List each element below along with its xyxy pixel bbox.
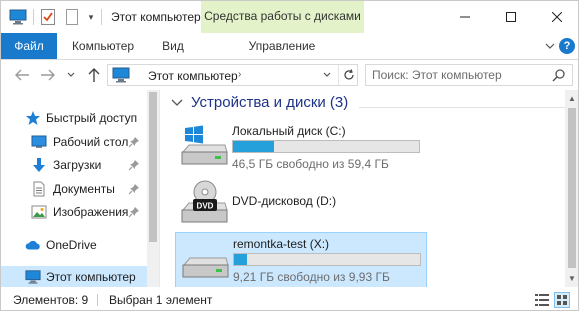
nav-item-label: OneDrive xyxy=(46,238,97,252)
nav-item-quick-access[interactable]: Быстрый доступ xyxy=(1,107,147,129)
pin-icon[interactable] xyxy=(128,159,140,171)
computer-icon[interactable] xyxy=(9,8,27,26)
search-box[interactable] xyxy=(365,64,573,86)
tab-view[interactable]: Вид xyxy=(153,33,193,59)
item-count: Элементов: 9 xyxy=(13,293,89,307)
group-divider xyxy=(359,107,565,108)
search-input[interactable] xyxy=(372,67,547,83)
star-icon xyxy=(25,110,41,126)
address-history-icon[interactable] xyxy=(318,65,336,85)
help-icon[interactable]: ? xyxy=(559,38,575,54)
address-toolbar: Этот компьютер › xyxy=(1,60,578,90)
drive-name: DVD-дисковод (D:) xyxy=(232,194,337,208)
collapse-chevron-icon[interactable] xyxy=(171,97,183,109)
customize-quick-access-icon[interactable]: ▾ xyxy=(85,8,97,26)
capacity-bar-fill xyxy=(234,254,248,265)
nav-item-label: Загрузки xyxy=(53,158,102,172)
maximize-button[interactable] xyxy=(488,1,534,33)
expand-ribbon-icon[interactable] xyxy=(543,39,557,53)
pane-divider[interactable] xyxy=(159,90,160,287)
status-divider xyxy=(97,294,98,306)
forward-button[interactable] xyxy=(39,66,57,84)
nav-item-onedrive[interactable]: OneDrive xyxy=(1,234,147,256)
drive-tile-x[interactable]: remontka-test (X:) 9,21 ГБ свободно из 9… xyxy=(175,232,427,288)
scroll-up-icon[interactable]: ▲ xyxy=(568,94,576,103)
selection-count: Выбран 1 элемент xyxy=(109,293,213,307)
removable-disk-icon xyxy=(180,237,230,281)
group-title: Устройства и диски (3) xyxy=(191,94,349,111)
details-view-icon[interactable] xyxy=(534,292,550,308)
minimize-button[interactable] xyxy=(442,1,488,33)
window-title: Этот компьютер xyxy=(111,10,201,24)
drive-tile-c[interactable]: Локальный диск (C:) 46,5 ГБ свободно из … xyxy=(175,120,427,176)
scrollbar-thumb[interactable] xyxy=(149,92,157,242)
nav-item-documents[interactable]: Документы xyxy=(1,178,147,200)
address-path[interactable]: Этот компьютер xyxy=(148,69,238,83)
computer-icon xyxy=(112,67,130,83)
tab-manage[interactable]: Управление xyxy=(205,33,359,59)
status-bar: Элементов: 9 Выбран 1 элемент xyxy=(1,287,578,310)
quick-access-divider xyxy=(101,9,102,25)
ribbon-tabs: Файл Компьютер Вид Управление ? xyxy=(1,33,578,60)
recent-locations-icon[interactable] xyxy=(65,66,77,84)
nav-item-label: Рабочий стол xyxy=(53,135,129,149)
nav-pane-scrollbar[interactable] xyxy=(147,90,159,287)
computer-icon xyxy=(25,269,41,285)
back-button[interactable] xyxy=(13,66,31,84)
context-tab-title: Средства работы с дисками xyxy=(204,9,361,23)
scroll-down-icon[interactable]: ▼ xyxy=(568,274,576,283)
tab-file[interactable]: Файл xyxy=(1,33,57,59)
nav-item-label: Документы xyxy=(53,182,115,196)
nav-item-label: Этот компьютер xyxy=(46,270,136,284)
pictures-icon xyxy=(31,204,47,220)
drive-free-space: 9,21 ГБ свободно из 9,93 ГБ xyxy=(233,270,390,284)
download-arrow-icon xyxy=(31,157,47,173)
capacity-bar xyxy=(232,140,420,153)
explorer-window: ▾ Этот компьютер Средства работы с диска… xyxy=(0,0,579,311)
pin-icon[interactable] xyxy=(128,136,140,148)
nav-item-label: Быстрый доступ xyxy=(46,111,138,125)
nav-item-pictures[interactable]: Изображения xyxy=(1,201,147,223)
search-icon[interactable] xyxy=(552,68,568,84)
nav-item-this-pc[interactable]: Этот компьютер xyxy=(1,266,147,288)
nav-item-downloads[interactable]: Загрузки xyxy=(1,154,147,176)
capacity-bar xyxy=(233,253,421,266)
documents-icon xyxy=(31,181,47,197)
drive-name: Локальный диск (C:) xyxy=(232,124,346,138)
new-folder-icon[interactable] xyxy=(63,8,81,26)
drive-name: remontka-test (X:) xyxy=(233,237,330,251)
breadcrumb-chevron-icon[interactable]: › xyxy=(238,69,241,80)
dvd-drive-icon: DVD xyxy=(179,180,229,224)
drive-free-space: 46,5 ГБ свободно из 59,4 ГБ xyxy=(232,157,389,171)
content-scrollbar[interactable]: ▲ ▼ xyxy=(565,90,578,287)
properties-icon[interactable] xyxy=(39,8,57,26)
nav-item-desktop[interactable]: Рабочий стол xyxy=(1,131,147,153)
desktop-icon xyxy=(31,134,47,150)
content-pane: Устройства и диски (3) Локальный диск (C… xyxy=(161,90,565,288)
cloud-icon xyxy=(25,237,41,253)
pin-icon[interactable] xyxy=(128,183,140,195)
large-icons-view-icon[interactable] xyxy=(554,292,570,308)
pin-icon[interactable] xyxy=(128,206,140,218)
address-bar[interactable]: Этот компьютер › xyxy=(107,64,358,86)
up-button[interactable] xyxy=(85,66,103,84)
tab-computer[interactable]: Компьютер xyxy=(61,33,145,59)
svg-text:DVD: DVD xyxy=(197,202,214,211)
quick-access-divider xyxy=(33,9,34,25)
close-button[interactable] xyxy=(534,1,578,33)
refresh-icon[interactable] xyxy=(338,65,358,85)
scrollbar-thumb[interactable] xyxy=(568,108,576,268)
capacity-bar-fill xyxy=(233,141,274,152)
navigation-pane: Быстрый доступ Рабочий стол Загрузки Док… xyxy=(1,90,159,288)
hard-disk-windows-icon xyxy=(179,124,229,168)
nav-item-label: Изображения xyxy=(53,205,129,219)
drive-tile-d[interactable]: DVD DVD-дисковод (D:) xyxy=(175,176,427,232)
